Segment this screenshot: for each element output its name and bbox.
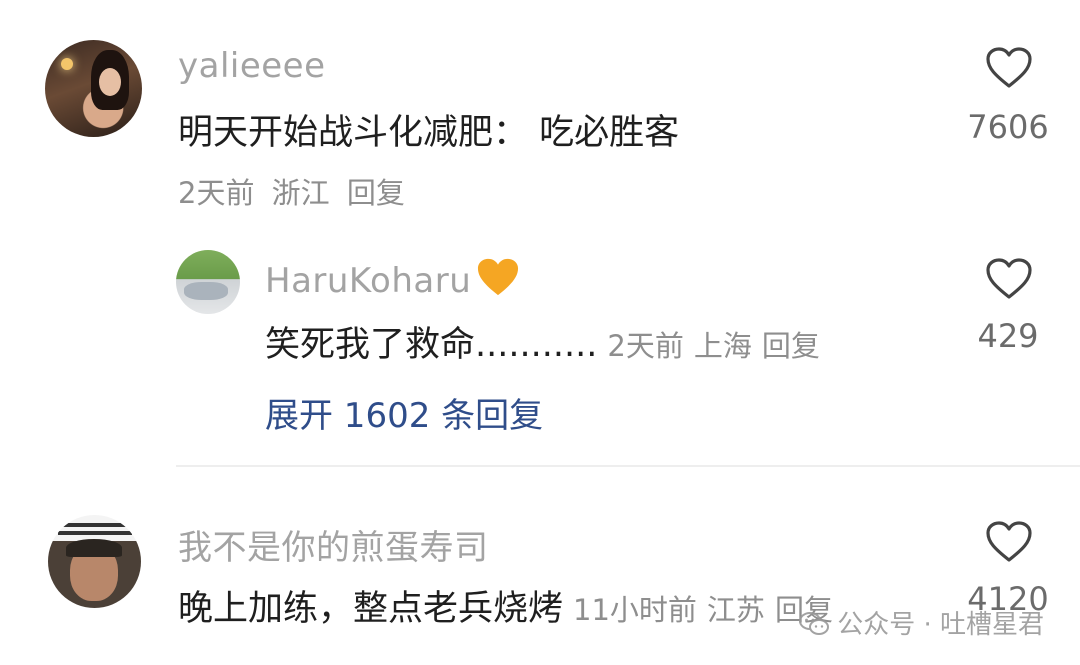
like-heart-icon[interactable] [985,46,1033,90]
wechat-icon [799,612,830,635]
avatar-photo-detail [66,539,122,557]
reply-button[interactable]: 回复 [347,176,405,210]
avatar-photo-detail [184,282,228,300]
comment-text: 晚上加练，整点老兵烧烤 [178,589,564,629]
watermark: 公众号 · 吐槽星君 [799,604,1044,641]
comment-username[interactable]: 我不是你的煎蛋寿司 [178,520,489,569]
comment-body: 晚上加练，整点老兵烧烤 11小时前 江苏 回复 [178,580,833,631]
avatar-yalieeee[interactable] [45,40,142,137]
comment-time: 2天前 [178,176,255,210]
comment-meta: 2天前 浙江 回复 [178,170,405,212]
comment-location: 浙江 [271,176,330,210]
comment-location: 江苏 [706,593,765,627]
avatar-harukoharu[interactable] [176,250,240,314]
like-heart-icon[interactable] [985,257,1033,301]
reply-username-text: HaruKoharu [265,261,472,301]
like-count: 7606 [967,108,1049,146]
reply-username[interactable]: HaruKoharu [265,256,521,301]
comment-divider [176,465,1080,467]
comment-username[interactable]: yalieeee [178,46,326,86]
orange-heart-icon [478,258,519,296]
reply-like-count: 429 [977,317,1039,355]
reply-body: 笑死我了救命........... 2天前 上海 回复 [265,316,820,367]
like-heart-icon[interactable] [985,520,1033,564]
comment-time: 11小时前 [573,593,697,627]
comment-text: 明天开始战斗化减肥： 吃必胜客 [178,113,680,153]
reply-location: 上海 [693,329,752,363]
avatar-photo-detail [58,523,132,527]
avatar-jiandan-shousi[interactable] [48,515,141,608]
reply-reply-button[interactable]: 回复 [762,329,820,363]
expand-replies-link[interactable]: 展开 1602 条回复 [265,388,543,437]
reply-time: 2天前 [607,329,684,363]
reply-text: 笑死我了救命........... [265,325,598,365]
avatar-photo-detail [99,68,121,96]
watermark-text: 公众号 · 吐槽星君 [837,610,1044,640]
avatar-photo-detail [61,58,73,70]
